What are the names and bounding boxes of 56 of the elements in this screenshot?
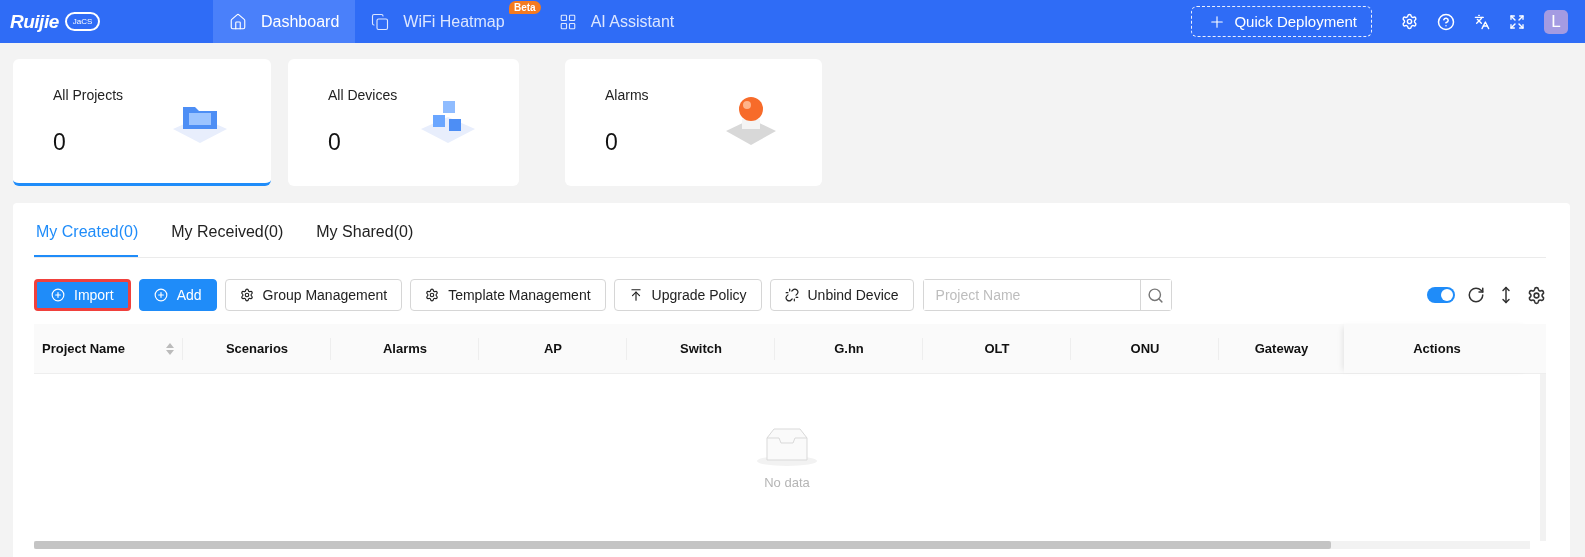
card-label: Alarms	[605, 86, 649, 103]
stat-card[interactable]: Alarms 0	[565, 59, 822, 186]
stat-card[interactable]: All Projects 0	[13, 59, 271, 186]
toolbar-button[interactable]: Group Management	[224, 279, 403, 311]
toolbar-button[interactable]: Unbind Device	[769, 279, 914, 311]
upload-icon	[628, 288, 643, 302]
beta-badge: Beta	[508, 1, 541, 14]
nav-tab[interactable]: AI Assistant	[542, 0, 691, 43]
stat-card[interactable]: All Devices 0	[288, 59, 519, 186]
house-icon	[229, 12, 247, 31]
column-header: Switch	[627, 324, 775, 373]
tab[interactable]: My Received(0)	[169, 223, 284, 257]
help-icon[interactable]	[1437, 12, 1455, 31]
card-label: All Devices	[328, 86, 398, 103]
column-header: Gateway	[1253, 340, 1310, 358]
column-header: Project Name	[34, 324, 183, 373]
window-icon	[371, 12, 390, 31]
gear-icon	[239, 288, 254, 302]
refresh-icon[interactable]	[1467, 286, 1485, 304]
scrollbar-thumb[interactable]	[34, 541, 1331, 549]
toolbar-button[interactable]: Template Management	[410, 279, 606, 311]
plus-circle-icon	[51, 288, 65, 302]
settings-icon[interactable]	[1527, 285, 1546, 305]
toggle-switch[interactable]	[1427, 287, 1455, 303]
plus-circle-icon	[153, 288, 168, 302]
nav-label: AI Assistant	[590, 12, 675, 31]
empty-tray-icon	[755, 425, 819, 467]
unlink-icon	[784, 288, 799, 302]
nav-tab[interactable]: Dashboard	[213, 0, 356, 43]
card-value: 0	[53, 128, 67, 156]
search-icon	[1147, 286, 1165, 304]
nav-label: Dashboard	[261, 12, 340, 31]
fullscreen-icon[interactable]	[1509, 13, 1525, 30]
column-header: OLT	[923, 324, 1071, 373]
nav-label: WiFi Heatmap	[403, 12, 505, 31]
nav-tab[interactable]: WiFi Heatmap Beta	[355, 0, 543, 43]
search-field[interactable]: Project Name	[922, 279, 1172, 311]
grid-icon	[558, 12, 577, 31]
search-button[interactable]	[1139, 280, 1171, 310]
gear-icon	[425, 288, 440, 302]
empty-text: No data	[764, 475, 810, 490]
card-label: All Projects	[53, 86, 124, 103]
column-header: G.hn	[775, 324, 923, 373]
column-header: ONU	[1071, 324, 1219, 373]
card-value: 0	[605, 128, 619, 156]
column-header: Actions	[1344, 324, 1530, 373]
translate-icon[interactable]	[1474, 13, 1490, 30]
tab[interactable]: My Shared(0)	[314, 223, 414, 257]
column-header: Scenarios	[183, 324, 331, 373]
column-header: Alarms	[331, 324, 479, 373]
logo-badge: JaCS	[64, 12, 101, 31]
card-value: 0	[328, 128, 342, 156]
column-header: AP	[479, 324, 627, 373]
toolbar-button[interactable]: Upgrade Policy	[613, 279, 762, 311]
quick-deployment-button[interactable]: Quick Deployment	[1191, 6, 1372, 37]
logo-wordmark: Ruijie	[10, 10, 59, 33]
